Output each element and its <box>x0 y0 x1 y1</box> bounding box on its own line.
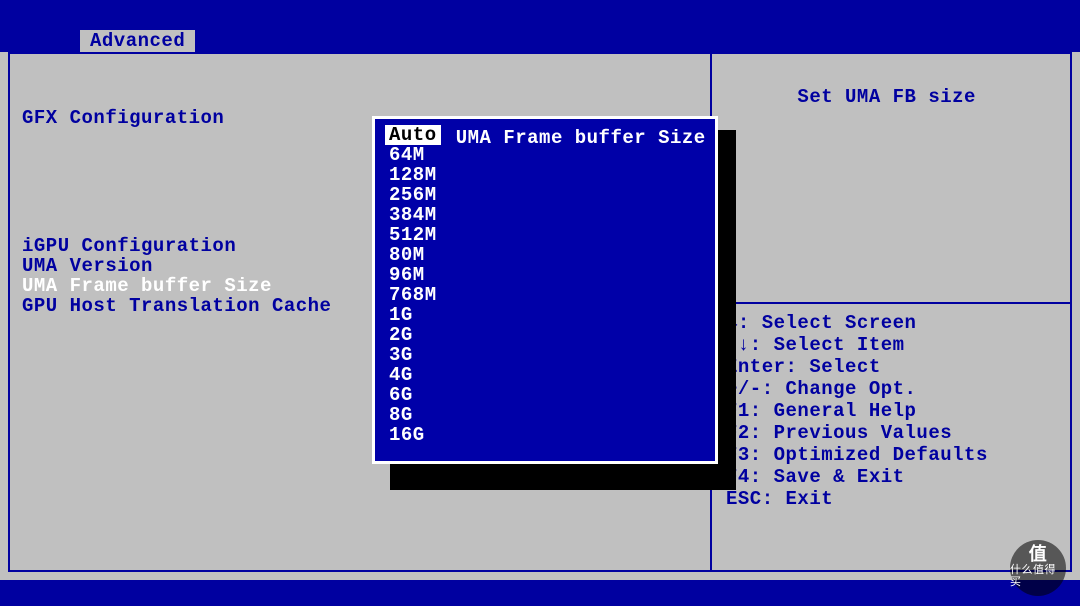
tab-label: Advanced <box>90 30 185 52</box>
popup-option[interactable]: 256M <box>385 185 709 205</box>
popup-option[interactable]: 4G <box>385 365 709 385</box>
key-help-line: ESC: Exit <box>726 488 1060 510</box>
popup-option[interactable]: 128M <box>385 165 709 185</box>
help-divider <box>712 302 1070 304</box>
popup-option[interactable]: 384M <box>385 205 709 225</box>
key-help-pane: →: Select Screen↑↓: Select ItemEnter: Se… <box>726 312 1060 510</box>
item-help-text: Set UMA FB size <box>797 86 976 108</box>
popup-option-list[interactable]: Auto64M128M256M384M512M80M96M768M1G2G3G4… <box>385 125 709 455</box>
popup-option[interactable]: 3G <box>385 345 709 365</box>
setting-label: GPU Host Translation Cache <box>22 296 412 316</box>
popup-option[interactable]: 80M <box>385 245 709 265</box>
key-help-line: F3: Optimized Defaults <box>726 444 1060 466</box>
popup-option[interactable]: 512M <box>385 225 709 245</box>
key-help-line: Enter: Select <box>726 356 1060 378</box>
item-help-pane: Set UMA FB size <box>726 64 1060 130</box>
popup-option[interactable]: 768M <box>385 285 709 305</box>
popup-uma-frame-buffer-size: UMA Frame buffer Size Auto64M128M256M384… <box>372 116 718 464</box>
key-help-line: ↑↓: Select Item <box>726 334 1060 356</box>
setting-label: UMA Frame buffer Size <box>22 276 412 296</box>
popup-option[interactable]: 6G <box>385 385 709 405</box>
key-help-line: F4: Save & Exit <box>726 466 1060 488</box>
watermark-text: 什么值得买 <box>1010 565 1066 589</box>
popup-option[interactable]: 1G <box>385 305 709 325</box>
menu-tab-bar: Advanced <box>0 30 1080 52</box>
footer-bar: Ver. 2.21.1277 Copyright (C) 2022 Americ… <box>0 580 1080 606</box>
key-help-line: F2: Previous Values <box>726 422 1060 444</box>
watermark-badge: 值 什么值得买 <box>1010 540 1066 596</box>
popup-option[interactable]: 64M <box>385 145 709 165</box>
popup-option[interactable]: 96M <box>385 265 709 285</box>
title-bar: Aptio Setup - American Megatrends Intern… <box>0 0 1080 30</box>
popup-option[interactable]: 8G <box>385 405 709 425</box>
popup-option[interactable]: 16G <box>385 425 709 445</box>
setting-label: iGPU Configuration <box>22 236 412 256</box>
popup-option[interactable]: 2G <box>385 325 709 345</box>
key-help-line: F1: General Help <box>726 400 1060 422</box>
bios-screen: Aptio Setup - American Megatrends Intern… <box>0 0 1080 606</box>
watermark-glyph: 值 <box>1029 547 1048 565</box>
key-help-line: +/-: Change Opt. <box>726 378 1060 400</box>
setting-label: UMA Version <box>22 256 412 276</box>
popup-option[interactable]: Auto <box>385 125 709 145</box>
tab-advanced[interactable]: Advanced <box>80 30 195 52</box>
key-help-line: →: Select Screen <box>726 312 1060 334</box>
